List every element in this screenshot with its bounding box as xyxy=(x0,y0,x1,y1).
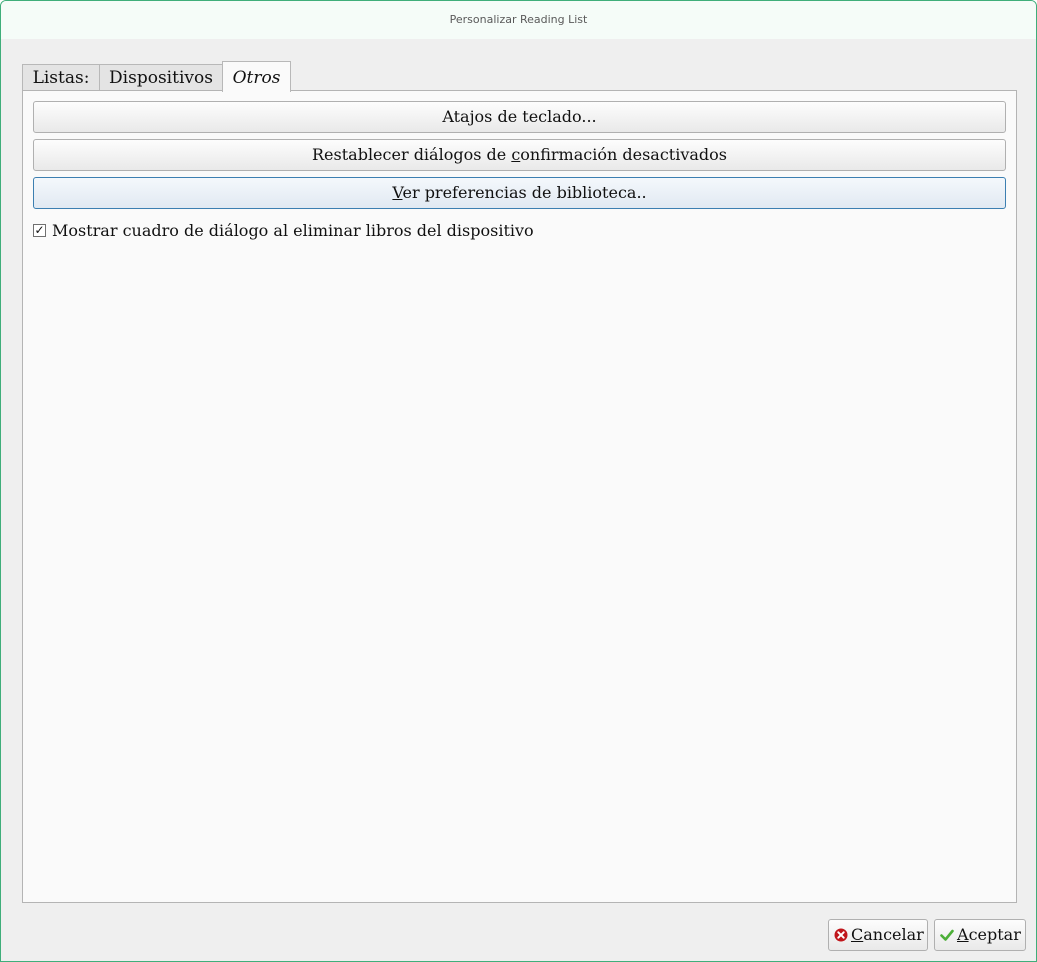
window-title: Personalizar Reading List xyxy=(449,13,588,26)
button-label-post: ceptar xyxy=(968,925,1021,944)
cancel-label: Cancelar xyxy=(851,920,924,950)
reset-confirmations-button[interactable]: Restablecer diálogos de confirmación des… xyxy=(33,139,1006,171)
cancel-icon xyxy=(834,928,848,942)
accept-label: Aceptar xyxy=(957,920,1021,950)
tab-listas[interactable]: Listas: xyxy=(22,64,100,90)
library-preferences-button[interactable]: Ver preferencias de biblioteca.. xyxy=(33,177,1006,209)
checkmark-icon xyxy=(940,929,954,941)
mnemonic-letter: C xyxy=(851,925,864,944)
tab-panel-otros: Atajos de teclado... Restablecer diálogo… xyxy=(22,90,1017,903)
button-label-post: onfirmación desactivados xyxy=(520,145,727,164)
tab-label: Otros xyxy=(232,68,281,88)
confirm-delete-checkbox[interactable]: ✓ xyxy=(33,224,46,237)
mnemonic-letter: A xyxy=(957,925,969,944)
tab-otros[interactable]: Otros xyxy=(222,61,291,92)
keyboard-shortcuts-button[interactable]: Atajos de teclado... xyxy=(33,101,1006,133)
tab-dispositivos[interactable]: Dispositivos xyxy=(99,64,223,90)
window-titlebar[interactable]: Personalizar Reading List xyxy=(1,1,1036,39)
dialog-window: Personalizar Reading List Listas: Dispos… xyxy=(0,0,1037,962)
mnemonic-letter: V xyxy=(392,183,403,202)
checkmark-glyph: ✓ xyxy=(34,223,45,237)
button-label-post: ancelar xyxy=(863,925,924,944)
accept-button[interactable]: Aceptar xyxy=(934,919,1026,951)
confirm-delete-label[interactable]: Mostrar cuadro de diálogo al eliminar li… xyxy=(52,221,534,241)
button-label: Atajos de teclado... xyxy=(442,107,597,126)
tab-label: Dispositivos xyxy=(109,68,213,88)
button-label-pre: Restablecer diálogos de xyxy=(312,145,512,164)
cancel-button[interactable]: Cancelar xyxy=(828,919,928,951)
button-label-post: er preferencias de biblioteca.. xyxy=(402,183,647,202)
mnemonic-letter: c xyxy=(511,145,521,164)
tab-label: Listas: xyxy=(32,68,90,88)
